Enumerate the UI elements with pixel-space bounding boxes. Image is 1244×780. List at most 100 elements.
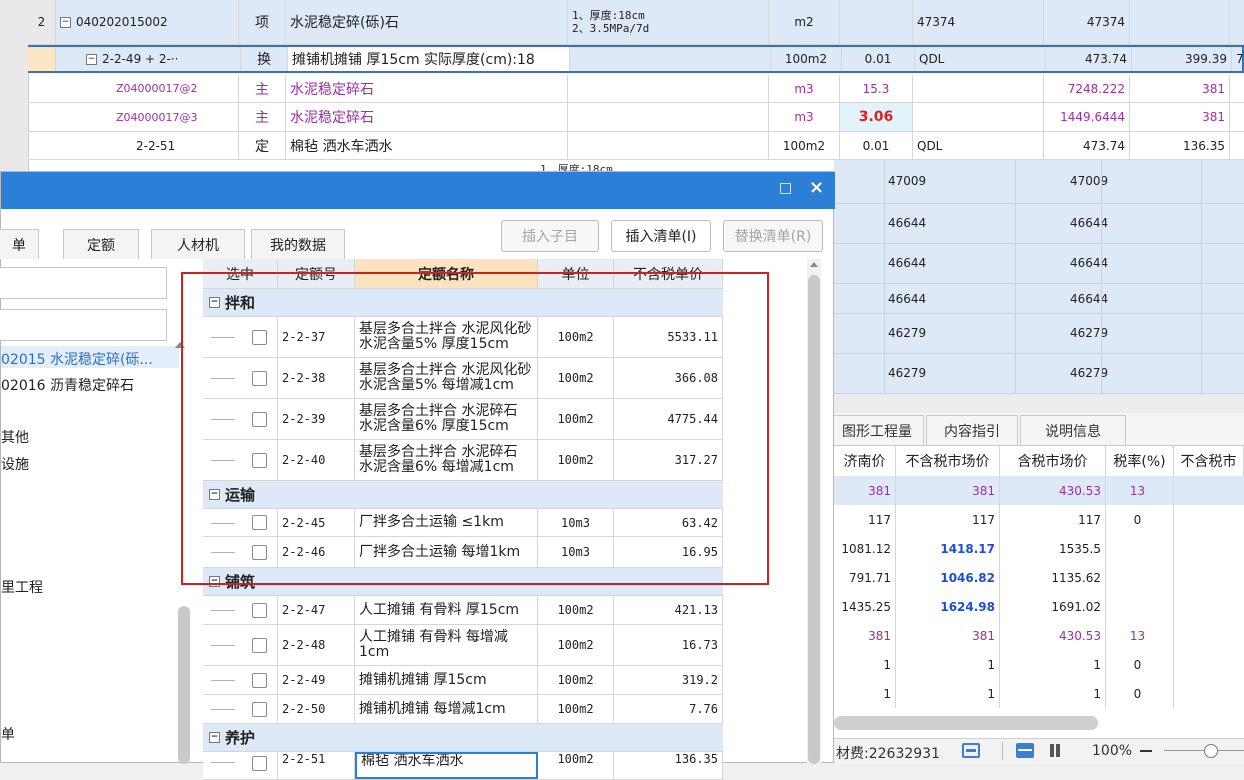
price-cell (913, 75, 1044, 102)
insert-child-button[interactable]: 插入子目 (501, 220, 599, 252)
table-row[interactable]: 46644 46644 (834, 244, 1244, 284)
name-cell: 摊铺机摊铺 厚15cm (355, 666, 538, 694)
table-row[interactable]: 2-2-47 人工摊铺 有骨料 厚15cm 100m2 421.13 (203, 596, 723, 625)
price-cell: 136.35 (614, 752, 723, 779)
tab-content-guide[interactable]: 内容指引 (926, 415, 1018, 445)
table-row[interactable]: 46279 46279 (834, 314, 1244, 354)
layout-single-icon[interactable] (962, 743, 980, 758)
table-row[interactable]: 1 1 1 0 (834, 679, 1244, 709)
name-cell: 人工摊铺 有骨料 厚15cm (355, 596, 538, 624)
tree-item[interactable]: 02016 沥青稳定碎石 (1, 375, 134, 395)
table-row[interactable]: Z04000017@2 主 水泥稳定碎石 m3 15.3 7248.222 38… (28, 75, 1244, 103)
horizontal-scrollbar[interactable] (834, 716, 1098, 730)
checkbox[interactable] (252, 701, 267, 717)
checkbox[interactable] (252, 637, 267, 653)
qty-cell: 0.01 (842, 47, 915, 71)
cell (1130, 0, 1230, 44)
table-row[interactable]: 47009 47009 (834, 160, 1244, 204)
collapse-toggle[interactable]: − (86, 53, 97, 65)
type-cell: 定 (239, 132, 286, 159)
replace-list-button[interactable]: 替换清单(R) (723, 220, 823, 252)
status-bar: 材费:22632931 100% (834, 738, 1244, 764)
zoom-out-icon[interactable] (1140, 750, 1152, 752)
search-input[interactable] (0, 309, 167, 341)
tree-item-selected[interactable]: 02015 水泥稳定碎(砾... (1, 346, 179, 368)
name-cell[interactable]: 摊铺机摊铺 厚15cm 实际厚度(cm):18 (288, 47, 570, 71)
header-cell: 济南价 (834, 446, 896, 476)
row-number: 2 (28, 0, 56, 44)
code-cell: 2-2-47 (278, 596, 355, 624)
code-cell: Z04000017@3 (56, 103, 239, 131)
table-row[interactable]: 2-2-49 摊铺机摊铺 厚15cm 100m2 319.2 (203, 666, 723, 695)
name-cell: 棉毡 洒水车洒水 (286, 132, 568, 159)
code-cell: Z04000017@2 (56, 75, 239, 102)
table-scrollbar-thumb[interactable] (808, 275, 820, 764)
header-cell: 不含税市场价 (896, 446, 1000, 476)
tab-graphic-quantity[interactable]: 图形工程量 (830, 415, 924, 445)
code-cell: 2-2-50 (278, 695, 355, 723)
feature-cell (568, 103, 769, 131)
table-row[interactable]: 381 381 430.53 13 (834, 621, 1244, 651)
unit-cell: m3 (769, 103, 840, 131)
checkbox[interactable] (252, 756, 267, 771)
tab-my-data[interactable]: 我的数据 (251, 229, 345, 259)
scroll-up-arrow[interactable] (810, 262, 818, 267)
tree-item[interactable]: 里工程 (1, 577, 43, 597)
qty-cell[interactable]: 3.06 (840, 103, 913, 131)
table-row[interactable]: 1 1 1 0 (834, 650, 1244, 680)
layout-rows-icon[interactable] (1016, 743, 1034, 758)
close-icon[interactable]: × (809, 177, 824, 198)
price-cell: 421.13 (614, 596, 723, 624)
checkbox[interactable] (252, 672, 267, 688)
table-row[interactable]: 2-2-50 摊铺机摊铺 每增减1cm 100m2 7.76 (203, 695, 723, 724)
filter-select[interactable] (0, 267, 167, 299)
table-row[interactable]: 2-2-51 定 棉毡 洒水车洒水 100m2 0.01 QDL 473.74 … (28, 132, 1244, 160)
layout-columns-icon[interactable] (1050, 744, 1054, 757)
dialog-titlebar[interactable]: □ × (1, 172, 835, 209)
table-row[interactable]: 117 117 117 0 (834, 505, 1244, 535)
table-row-selected[interactable]: −2-2-49 + 2-·· 换 摊铺机摊铺 厚15cm 实际厚度(cm):18… (28, 45, 1244, 73)
table-row[interactable]: 46279 46279 (834, 354, 1244, 394)
tab-list[interactable]: 单 (0, 229, 39, 259)
tab-quota[interactable]: 定额 (63, 229, 139, 259)
table-row[interactable]: 2-2-48 人工摊铺 有骨料 每增减1cm 100m2 16.73 (203, 625, 723, 666)
checkbox[interactable] (252, 602, 267, 618)
table-row[interactable]: 791.71 1046.82 1135.62 (834, 563, 1244, 593)
left-scrollbar[interactable] (178, 606, 190, 764)
table-row[interactable]: Z04000017@3 主 水泥稳定碎石 m3 3.06 1449.6444 3… (28, 103, 1244, 132)
table-row[interactable]: 2-2-51 棉毡 洒水车洒水 100m2 136.35 (203, 752, 723, 780)
table-row[interactable]: 381 381 430.53 13 (834, 476, 1244, 506)
qty-cell (840, 0, 913, 44)
tree-item[interactable]: 单 (1, 724, 15, 744)
table-row[interactable]: 1081.12 1418.17 1535.5 (834, 534, 1244, 564)
header-cell: 含税市场价 (1000, 446, 1106, 476)
type-cell: 项 (239, 0, 286, 44)
price-cell: 47374 (913, 0, 1044, 44)
group-row[interactable]: − 养护 (203, 724, 723, 752)
table-row[interactable]: 46644 46644 (834, 284, 1244, 314)
insert-list-button[interactable]: 插入清单(I) (611, 220, 711, 252)
tab-labor-material-machine[interactable]: 人材机 (151, 229, 245, 259)
price-cell: QDL (915, 47, 1046, 71)
header-cell: 税率(%) (1106, 446, 1174, 476)
total-cell: 1449.6444 (1044, 103, 1130, 131)
tree-item[interactable]: 设施 (1, 454, 29, 474)
tab-description[interactable]: 说明信息 (1020, 415, 1126, 445)
name-cell[interactable]: 棉毡 洒水车洒水 (355, 752, 538, 779)
select-cell (203, 695, 278, 723)
zoom-slider-handle[interactable] (1204, 744, 1218, 758)
collapse-toggle[interactable]: − (209, 732, 220, 743)
total-cell: 7248.222 (1044, 75, 1130, 102)
table-row[interactable]: 1435.25 1624.98 1691.02 (834, 592, 1244, 622)
table-row[interactable]: 46644 46644 (834, 204, 1244, 244)
feature-cell: 1、厚度:18cm 2、3.5MPa/7d (568, 0, 769, 44)
total-cell: 47374 (1044, 0, 1130, 44)
table-row[interactable]: 2 −040202015002 项 水泥稳定碎(砾)石 1、厚度:18cm 2、3… (28, 0, 1244, 45)
cell: 399.39 (1132, 47, 1232, 71)
tree-item[interactable]: 其他 (1, 427, 29, 447)
splitter[interactable] (834, 394, 1244, 413)
maximize-icon[interactable]: □ (779, 180, 792, 196)
collapse-toggle[interactable]: − (60, 16, 71, 28)
name-cell: 水泥稳定碎(砾)石 (286, 0, 568, 44)
detail-tabs: 图形工程量 内容指引 说明信息 (830, 413, 1244, 446)
